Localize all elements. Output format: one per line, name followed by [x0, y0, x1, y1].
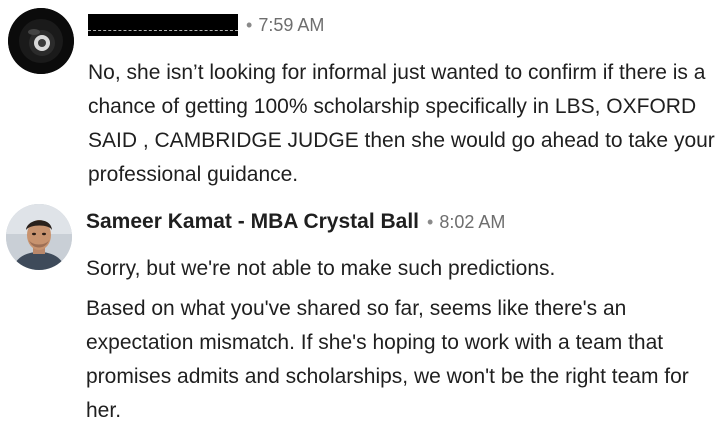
separator-dot: • [427, 211, 434, 232]
message-paragraph: Based on what you've shared so far, seem… [86, 297, 689, 422]
message-header: Sameer Kamat - MBA Crystal Ball • 8:02 A… [86, 209, 505, 235]
message-body: No, she isn’t looking for informal just … [88, 56, 718, 192]
separator-dot: • [246, 14, 253, 35]
avatar[interactable] [6, 204, 72, 270]
dark-circle-avatar-icon [8, 8, 74, 74]
user-photo-avatar-icon [6, 204, 72, 270]
message-body: Sorry, but we're not able to make such p… [86, 252, 716, 428]
message-header: • 7:59 AM [88, 12, 324, 38]
message-paragraph: Sorry, but we're not able to make such p… [86, 257, 556, 280]
message-paragraph: No, she isn’t looking for informal just … [88, 61, 715, 186]
message-timestamp: 7:59 AM [258, 14, 325, 35]
redacted-sender-name [88, 14, 238, 36]
message-timestamp: 8:02 AM [439, 211, 506, 232]
sender-name[interactable]: Sameer Kamat - MBA Crystal Ball [86, 210, 419, 234]
avatar[interactable] [8, 8, 74, 74]
